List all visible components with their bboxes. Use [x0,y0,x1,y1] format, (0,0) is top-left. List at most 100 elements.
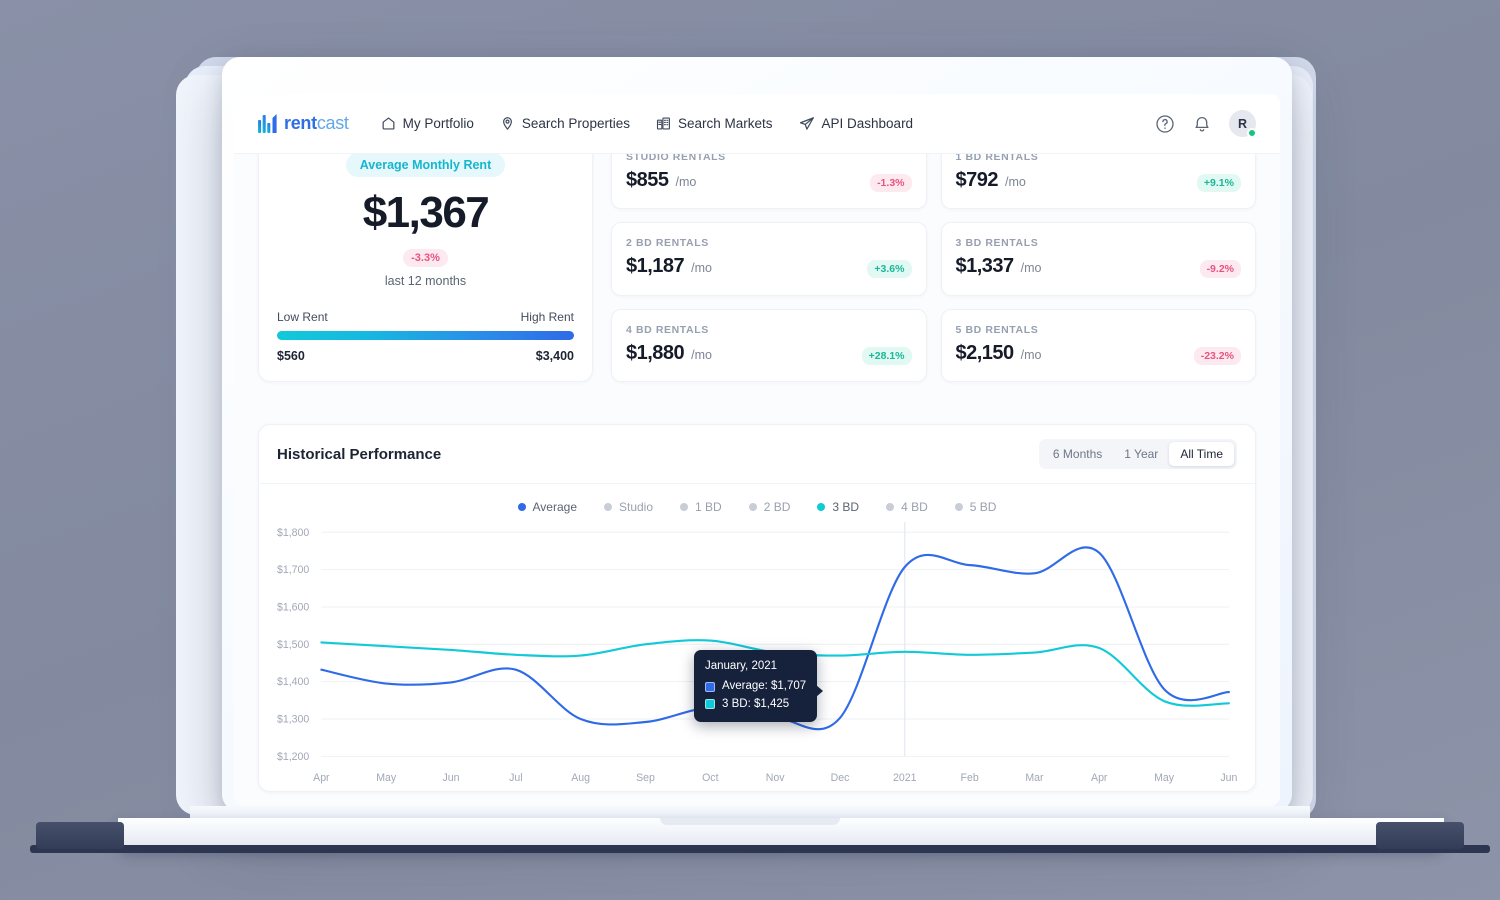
stat-row: $1,187 /mo +3.6% [626,255,912,279]
header-actions: R [1155,110,1257,138]
range-option-6-months[interactable]: 6 Months [1042,442,1113,466]
tooltip-swatch-average [705,681,715,692]
high-rent-label: High Rent [520,310,574,324]
legend-item-4bd[interactable]: 4 BD [886,500,928,514]
x-axis-tick-label: Feb [961,772,979,784]
chart-tooltip: January, 2021 Average: $1,707 3 BD: $1,4… [694,650,824,722]
stat-unit: /mo [691,261,713,276]
chart-plot-area: $1,800 $1,700 $1,600 $1,500 $1,400 $1,300 $1,2… [259,518,1255,791]
legend-item-3bd[interactable]: 3 BD [817,500,859,514]
laptop-screen: rentcast My Portfolio Search Properties [234,94,1280,806]
legend-item-average[interactable]: Average [517,500,577,514]
main-nav: My Portfolio Search Properties Search Ma… [381,116,913,131]
average-rent-value: $1,367 [362,188,490,237]
stat-row: $855 /mo -1.3% [626,169,912,193]
legend-dot-1bd [680,503,689,511]
stat-label: 3 BD RENTALS [955,237,1039,250]
legend-label-5bd: 5 BD [969,500,997,514]
dashboard-page: Average Monthly Rent $1,367 -3.3% last 1… [234,136,1280,806]
chart-header: Historical Performance 6 Months 1 Year A… [259,425,1255,484]
laptop-foot-left [36,822,124,849]
legend-item-studio[interactable]: Studio [604,500,653,514]
rental-stats-grid: STUDIO RENTALS $855 /mo -1.3% 1 BD RENTA… [611,136,1256,382]
low-rent-label: Low Rent [277,310,328,324]
legend-dot-5bd [954,503,963,511]
x-axis-tick-label: Jun [443,772,460,784]
nav-label-search-markets: Search Markets [677,116,773,131]
logo-wordmark: rentcast [284,113,349,134]
avatar-wrapper: R [1229,110,1257,138]
home-icon [382,117,395,130]
legend-item-1bd[interactable]: 1 BD [680,500,722,514]
nav-item-search-markets[interactable]: Search Markets [656,116,773,131]
nav-item-api-dashboard[interactable]: API Dashboard [799,116,914,131]
legend-dot-average [517,503,526,511]
x-axis-tick-label: May [376,772,397,784]
x-axis-tick-label: Nov [766,772,785,784]
nav-item-search-properties[interactable]: Search Properties [500,116,630,131]
stat-label: 4 BD RENTALS [626,323,709,336]
nav-label-search-properties: Search Properties [521,116,630,131]
legend-item-2bd[interactable]: 2 BD [748,500,790,514]
stat-value: $855 [626,169,669,192]
average-rent-change-badge: -3.3% [403,249,448,267]
tooltip-row-average: Average: $1,707 [705,678,806,695]
range-option-1-year[interactable]: 1 Year [1113,442,1169,466]
stat-card-5bd[interactable]: 5 BD RENTALS $2,150 /mo -23.2% [940,308,1256,382]
x-axis-tick-label: Aug [571,772,590,784]
x-axis-tick-label: Oct [702,772,718,784]
x-axis-tick-label: Dec [831,772,850,784]
x-axis-tick-label: 2021 [893,772,917,784]
legend-dot-2bd [748,503,757,511]
legend-dot-4bd [886,503,895,511]
tooltip-label-3bd: 3 BD: $1,425 [722,697,790,710]
rent-range-labels: Low Rent High Rent [277,310,574,324]
range-option-all-time[interactable]: All Time [1169,442,1234,466]
historical-performance-card: Historical Performance 6 Months 1 Year A… [258,424,1256,792]
nav-item-my-portfolio[interactable]: My Portfolio [381,116,474,131]
paper-plane-icon [799,117,814,130]
stat-card-4bd[interactable]: 4 BD RENTALS $1,880 /mo +28.1% [611,308,927,382]
stat-value: $1,187 [626,255,685,278]
bell-icon[interactable] [1192,114,1212,134]
x-axis-tick-label: Jul [509,772,523,784]
stat-row: $1,880 /mo +28.1% [626,342,912,365]
x-axis-tick-label: May [1154,772,1175,784]
nav-label-api-dashboard: API Dashboard [821,116,914,131]
stat-unit: /mo [675,175,697,190]
legend-dot-3bd [817,503,826,511]
legend-label-studio: Studio [619,500,654,514]
chart-title: Historical Performance [277,445,442,463]
legend-label-average: Average [532,500,577,514]
x-axis-tick-label: Sep [636,772,655,784]
stat-unit: /mo [1020,347,1042,362]
laptop-foot-right [1376,822,1464,849]
legend-label-1bd: 1 BD [695,500,722,514]
x-axis-tick-label: Jun [1220,772,1237,784]
buildings-icon [656,117,670,130]
laptop-base-rim [30,845,1490,853]
tooltip-label-average: Average: $1,707 [722,680,807,693]
low-rent-value: $560 [277,349,305,363]
stat-change-badge: -9.2% [1199,260,1241,279]
help-circle-icon[interactable] [1155,114,1175,134]
app-header: rentcast My Portfolio Search Properties [234,94,1280,154]
stat-unit: /mo [691,347,713,362]
laptop-base-notch [660,818,840,825]
stat-row: $792 /mo +9.1% [956,169,1241,193]
y-axis-tick-label: $1,800 [277,527,309,539]
y-axis-tick-label: $1,200 [277,751,309,763]
stat-card-2bd[interactable]: 2 BD RENTALS $1,187 /mo +3.6% [611,222,927,296]
stat-change-badge: -1.3% [870,174,912,193]
legend-item-5bd[interactable]: 5 BD [954,500,997,514]
stat-row: $1,337 /mo -9.2% [956,255,1241,279]
time-range-toggle: 6 Months 1 Year All Time [1038,439,1237,469]
rent-range-values: $560 $3,400 [277,349,574,363]
stat-row: $2,150 /mo -23.2% [956,342,1241,365]
rentcast-logo[interactable]: rentcast [258,113,349,134]
stat-change-badge: -23.2% [1193,346,1241,365]
chart-legend: Average Studio 1 BD 2 BD 3 BD 4 BD 5 BD [259,484,1255,518]
summary-row: Average Monthly Rent $1,367 -3.3% last 1… [258,136,1256,382]
stat-change-badge: +3.6% [867,260,912,279]
stat-card-3bd[interactable]: 3 BD RENTALS $1,337 /mo -9.2% [940,222,1256,296]
